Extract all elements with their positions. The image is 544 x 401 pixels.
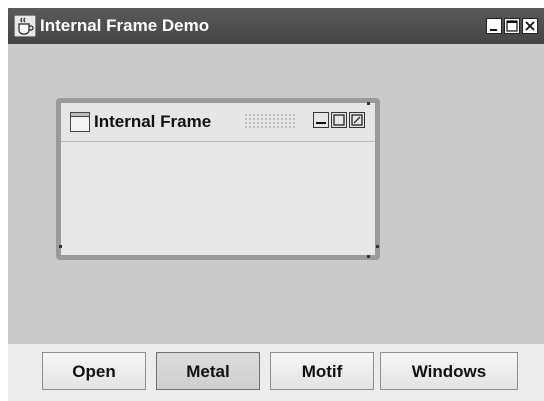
titlebar-grip [244,113,296,129]
window-titlebar[interactable]: Internal Frame Demo [8,8,544,44]
minimize-button[interactable] [486,18,502,34]
maximize-icon [506,20,518,32]
internal-frame-title: Internal Frame [94,112,212,131]
resize-corner-marker [367,255,370,258]
internal-close-button[interactable] [349,112,365,128]
motif-button[interactable]: Motif [270,352,374,390]
metal-button[interactable]: Metal [156,352,260,390]
window-title: Internal Frame Demo [40,16,210,35]
frame-icon[interactable] [70,112,90,132]
resize-corner-marker [367,102,370,105]
main-window: Internal Frame Demo Internal Frame Open … [8,8,544,401]
button-panel: Open Metal Motif Windows [8,344,544,401]
minimize-icon [490,29,497,31]
maximize-icon [333,114,345,126]
maximize-button[interactable] [504,18,520,34]
iconify-icon [316,122,326,124]
close-button[interactable] [522,18,538,34]
windows-button[interactable]: Windows [380,352,518,390]
iconify-button[interactable] [313,112,329,128]
close-icon [351,114,363,126]
desktop-pane: Internal Frame [8,44,544,344]
internal-frame-titlebar[interactable]: Internal Frame [61,103,375,142]
internal-frame[interactable]: Internal Frame [56,98,380,260]
resize-corner-marker [59,245,62,248]
close-icon [525,21,535,31]
resize-corner-marker [376,245,379,248]
open-button[interactable]: Open [42,352,146,390]
internal-maximize-button[interactable] [331,112,347,128]
internal-frame-content [61,142,375,255]
java-coffee-cup-icon [13,14,37,38]
